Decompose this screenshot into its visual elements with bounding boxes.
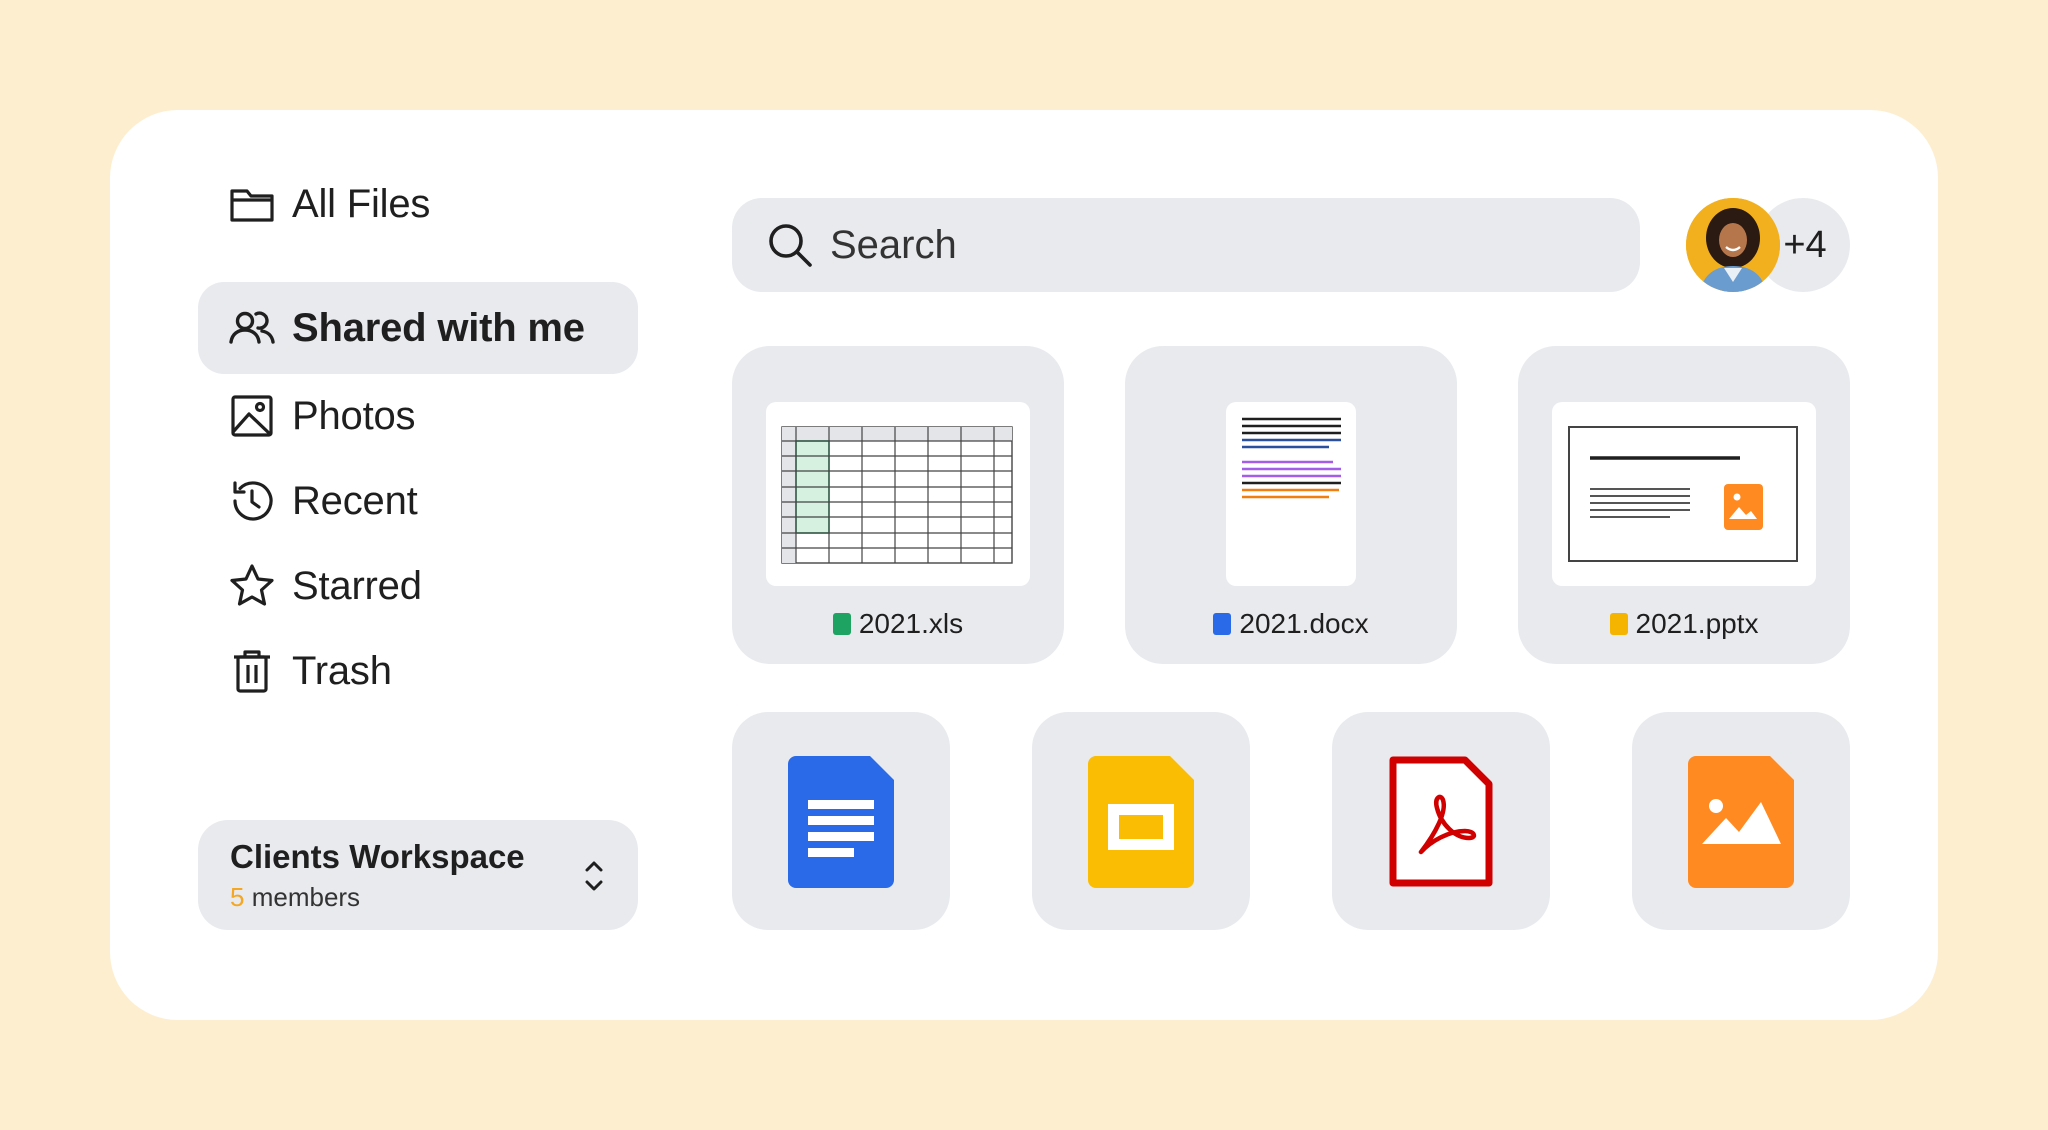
search-placeholder: Search: [830, 222, 957, 267]
file-manager-window: All Files Shared with me Photos Recent S…: [110, 110, 1938, 1020]
docs-badge-icon: [1213, 613, 1232, 635]
folder-icon: [226, 178, 278, 230]
file-label: 2021.xls: [732, 608, 1064, 640]
search-input[interactable]: Search: [732, 198, 1640, 292]
workspace-name: Clients Workspace: [230, 838, 525, 875]
file-label: 2021.pptx: [1518, 608, 1850, 640]
sidebar-item-label: Shared with me: [292, 305, 585, 350]
member-label: members: [251, 882, 361, 912]
file-card-pptx[interactable]: 2021.pptx: [1518, 346, 1850, 664]
sidebar-item-shared-with-me[interactable]: Shared with me: [198, 282, 638, 374]
sheets-badge-icon: [832, 613, 851, 635]
file-card-xls[interactable]: 2021.xls: [732, 346, 1064, 664]
member-count: 5: [230, 882, 245, 912]
spreadsheet-preview: [766, 402, 1030, 586]
file-name: 2021.xls: [858, 608, 964, 639]
google-slides-icon: [1088, 756, 1194, 888]
file-type-tile-slides[interactable]: [1032, 712, 1250, 930]
file-type-tile-pdf[interactable]: [1332, 712, 1550, 930]
sidebar-item-label: Trash: [292, 648, 392, 693]
sidebar-item-trash[interactable]: Trash: [198, 625, 638, 717]
trash-icon: [226, 645, 278, 697]
collaborators[interactable]: +4: [1686, 198, 1850, 292]
sidebar-item-label: Recent: [292, 478, 418, 523]
file-type-tile-docs[interactable]: [732, 712, 950, 930]
sidebar-item-label: Photos: [292, 393, 416, 438]
history-icon: [226, 475, 278, 527]
google-docs-icon: [788, 756, 894, 888]
file-type-tile-image[interactable]: [1632, 712, 1850, 930]
file-card-docx[interactable]: 2021.docx: [1125, 346, 1457, 664]
file-name: 2021.pptx: [1635, 608, 1759, 639]
search-icon: [769, 224, 812, 267]
workspace-members: 5 members: [230, 882, 360, 913]
chevron-up-down-icon: [585, 861, 603, 891]
image-file-icon: [1688, 756, 1794, 888]
avatar[interactable]: [1686, 198, 1780, 292]
image-icon: [226, 390, 278, 442]
slides-badge-icon: [1609, 613, 1628, 635]
sidebar-item-photos[interactable]: Photos: [198, 370, 638, 462]
sidebar-item-recent[interactable]: Recent: [198, 455, 638, 547]
sidebar-item-label: Starred: [292, 563, 422, 608]
document-preview: [1226, 402, 1356, 586]
sidebar-item-starred[interactable]: Starred: [198, 540, 638, 632]
star-icon: [226, 560, 278, 612]
presentation-preview: [1552, 402, 1816, 586]
pdf-icon: [1389, 756, 1493, 887]
sidebar-item-all-files[interactable]: All Files: [198, 158, 638, 250]
file-name: 2021.docx: [1239, 608, 1369, 639]
file-label: 2021.docx: [1125, 608, 1457, 640]
workspace-switcher[interactable]: Clients Workspace 5 members: [198, 820, 638, 930]
people-icon: [226, 302, 278, 354]
sidebar-item-label: All Files: [292, 181, 431, 226]
